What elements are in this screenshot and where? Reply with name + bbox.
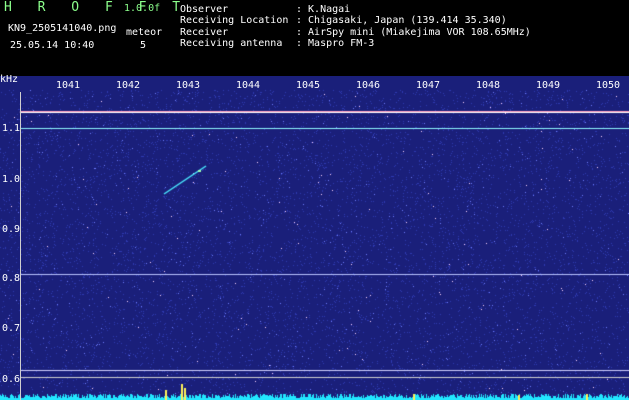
time-tick-1043: 1043	[176, 80, 201, 91]
antenna-value: : Maspro FM-3	[296, 38, 375, 49]
mode-label: meteor	[126, 27, 163, 38]
location-value: : Chigasaki, Japan (139.414 35.340)	[296, 15, 507, 26]
time-tick-1041: 1041	[56, 80, 81, 91]
app-version: 1.0.0f	[124, 3, 161, 14]
freq-tick-0.8: 0.8	[2, 273, 21, 284]
freq-tick-1.0: 1.0	[2, 174, 21, 185]
filename-label: KN9_2505141040.png	[8, 23, 117, 34]
spectrogram-canvas	[0, 76, 629, 400]
freq-tick-0.6: 0.6	[2, 374, 21, 385]
header-panel: H R O F F T 1.0.0f KN9_2505141040.png me…	[0, 0, 629, 76]
time-tick-1048: 1048	[476, 80, 501, 91]
location-label: Receiving Location	[180, 15, 289, 26]
mode-value: 5	[140, 40, 147, 51]
freq-tick-0.9: 0.9	[2, 224, 21, 235]
time-tick-1042: 1042	[116, 80, 141, 91]
time-tick-1047: 1047	[416, 80, 441, 91]
freq-tick-1.1: 1.1	[2, 123, 21, 134]
freq-tick-0.7: 0.7	[2, 323, 21, 334]
timestamp-label: 25.05.14 10:40	[10, 40, 95, 51]
unit-label: kHz	[0, 74, 19, 85]
app-title: H R O F F T	[4, 0, 190, 15]
antenna-label: Receiving antenna	[180, 38, 283, 49]
time-tick-1045: 1045	[296, 80, 321, 91]
time-tick-1049: 1049	[536, 80, 561, 91]
time-tick-1050: 1050	[596, 80, 621, 91]
time-tick-1044: 1044	[236, 80, 261, 91]
time-tick-1046: 1046	[356, 80, 381, 91]
y-axis-line	[20, 92, 21, 400]
